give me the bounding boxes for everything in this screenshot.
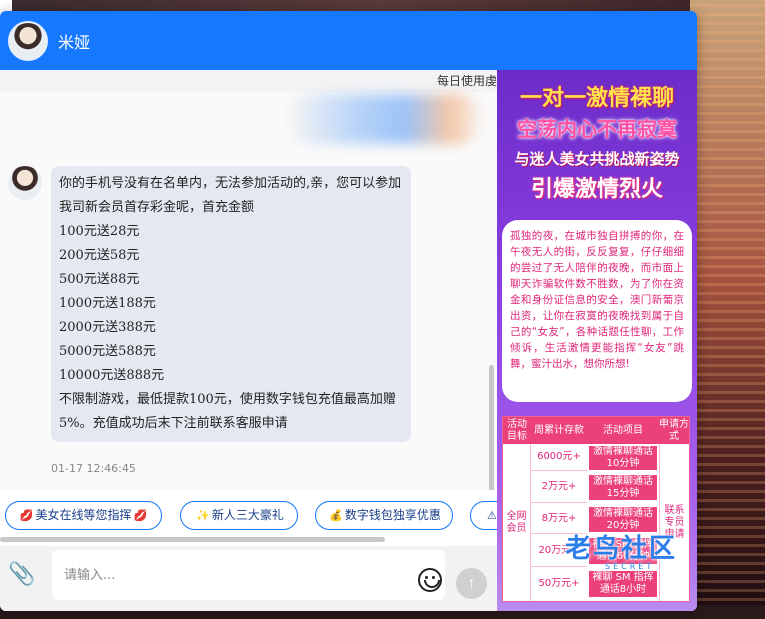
message-line: 200元送58元 (59, 248, 140, 263)
blurred-content (290, 94, 480, 144)
chat-window: 米娅 每日使用虔 你的手机号没有在名单内，无法参加活动的,亲，您可以参加我司新会… (0, 11, 697, 611)
table-amount: 6000元+ (531, 444, 587, 471)
message-line: 5000元送588元 (59, 344, 156, 359)
ad-story: 孤独的夜，在城市独自拼搏的你，在午夜无人的街，反反复复，仔仔细细的尝过了无人陪伴… (502, 220, 692, 402)
ad-subheadline: 空荡内心不再寂寞 (517, 117, 677, 141)
message-time: 01-17 12:46:45 (51, 462, 136, 475)
ad-headline: 一对一激情裸聊 (519, 86, 674, 111)
quick-reply-newcomer[interactable]: ✨ 新人三大豪礼 (180, 501, 298, 530)
message-line: 1000元送188元 (59, 296, 156, 311)
warning-icon: ⚠ (487, 509, 497, 522)
message-line: 你的手机号没有在名单内，无法参加活动的,亲，您可以参加我司新会员首存彩金呢，首充… (59, 176, 402, 215)
money-bag-icon: 💰 (329, 509, 343, 522)
message-line: 100元送28元 (59, 224, 140, 239)
message-area[interactable]: 每日使用虔 你的手机号没有在名单内，无法参加活动的,亲，您可以参加我司新会员首存… (0, 70, 497, 497)
arrow-up-icon: ↑ (467, 575, 476, 592)
quick-reply-bar: 💋 美女在线等您指挥 💋 ✨ 新人三大豪礼 💰 数字钱包独享优惠 ⚠ (0, 490, 497, 546)
chat-header: 米娅 (0, 11, 697, 70)
ad-panel[interactable]: 一对一激情裸聊 空荡内心不再寂寞 与迷人美女共挑战新姿势 引爆激情烈火 孤独的夜… (497, 70, 697, 611)
table-header: 活动项目 (587, 417, 659, 444)
ad-slogan: 引爆激情烈火 (530, 177, 663, 202)
message-input[interactable] (52, 550, 445, 600)
table-item: 激情裸聊通话15分钟 (589, 475, 657, 500)
table-item: 裸聊 SM 指挥通话60分钟 (589, 538, 657, 564)
notice-strip: 每日使用虔 (0, 70, 497, 92)
message-line: 10000元送888元 (59, 368, 165, 383)
table-header: 活动目标 (503, 417, 531, 444)
lips-icon: 💋 (19, 509, 34, 522)
agent-name: 米娅 (58, 32, 91, 52)
message-line: 2000元送388元 (59, 320, 156, 335)
sparkle-icon: ✨ (196, 509, 210, 522)
emoji-icon[interactable] (418, 568, 442, 592)
table-amount: 20万元+ (531, 535, 587, 567)
quick-reply-warning[interactable]: ⚠ (470, 501, 497, 530)
agent-message: 你的手机号没有在名单内，无法参加活动的,亲，您可以参加我司新会员首存彩金呢，首充… (8, 166, 411, 442)
quick-reply-beauty[interactable]: 💋 美女在线等您指挥 💋 (5, 501, 162, 530)
message-line: 500元送88元 (59, 272, 140, 287)
background-photo (690, 0, 765, 619)
table-amount: 50万元+ (538, 578, 580, 589)
table-header: 申请方式 (659, 417, 689, 444)
send-button[interactable]: ↑ (456, 568, 487, 599)
message-avatar (8, 166, 42, 200)
table-item: 裸聊 SM 指挥通话8小时 (589, 571, 657, 597)
quick-reply-scrollbar[interactable] (0, 537, 385, 542)
ad-tagline: 与迷人美女共挑战新姿势 (514, 150, 680, 168)
message-scrollbar[interactable] (489, 365, 494, 497)
table-target: 全网会员 (503, 444, 531, 601)
input-bar: 📎 ↑ (0, 546, 497, 611)
table-method: 联系专员申请 (659, 444, 689, 601)
table-header: 周累计存款 (531, 417, 587, 444)
lips-icon: 💋 (133, 509, 148, 522)
table-amount: 8万元+ (531, 504, 587, 534)
message-bubble: 你的手机号没有在名单内，无法参加活动的,亲，您可以参加我司新会员首存彩金呢，首充… (51, 166, 411, 442)
paperclip-icon[interactable]: 📎 (8, 561, 36, 589)
table-item: 激情裸聊通话10分钟 (589, 446, 657, 470)
table-item: 激情裸聊通话20分钟 (589, 507, 657, 532)
quick-reply-wallet[interactable]: 💰 数字钱包独享优惠 (315, 501, 453, 530)
message-line: 不限制游戏，最低提款100元，使用数字钱包充值最高加赠5%。充值成功后末下注前联… (59, 392, 396, 431)
ad-table: 活动目标 周累计存款 活动项目 申请方式 全网会员 联系专员申请 6000元+ … (502, 416, 690, 602)
table-amount: 2万元+ (531, 472, 587, 503)
agent-avatar (8, 20, 48, 61)
